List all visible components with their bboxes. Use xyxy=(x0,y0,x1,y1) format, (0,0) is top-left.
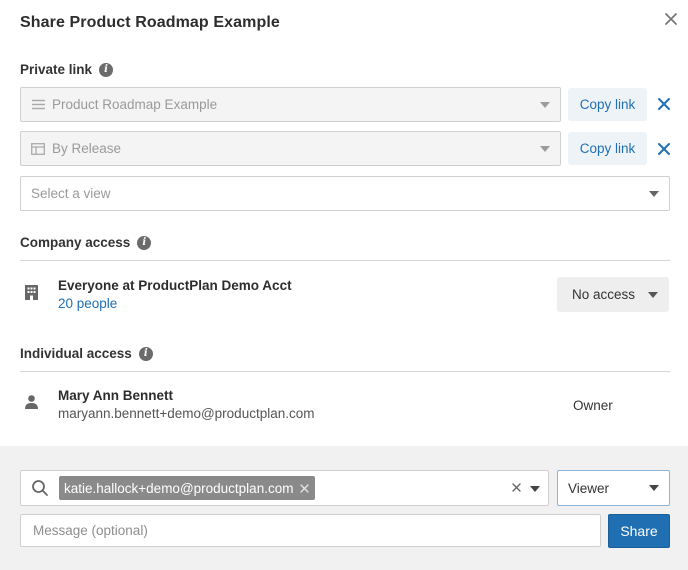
divider xyxy=(20,260,670,261)
company-access-value: No access xyxy=(572,287,636,302)
company-access-heading: Company access i xyxy=(20,235,152,250)
invitee-email: katie.hallock+demo@productplan.com xyxy=(64,480,294,496)
divider xyxy=(20,371,670,372)
share-button[interactable]: Share xyxy=(608,514,670,548)
list-icon xyxy=(31,98,45,112)
roadmap-select[interactable]: Product Roadmap Example xyxy=(20,87,561,122)
invite-footer xyxy=(0,446,688,570)
invite-search-input[interactable]: katie.hallock+demo@productplan.com xyxy=(20,470,549,506)
chevron-down-icon xyxy=(649,190,659,197)
company-access-dropdown[interactable]: No access xyxy=(557,277,669,312)
search-icon xyxy=(32,480,48,496)
select-view-placeholder: Select a view xyxy=(31,186,111,201)
private-link-heading: Private link i xyxy=(20,62,114,77)
chevron-down-icon xyxy=(540,101,550,108)
remove-link-icon[interactable] xyxy=(657,142,671,156)
info-icon[interactable]: i xyxy=(137,235,152,250)
close-icon[interactable] xyxy=(664,12,678,26)
clear-icon[interactable] xyxy=(512,483,521,492)
org-name: Everyone at ProductPlan Demo Acct xyxy=(58,278,292,293)
chevron-down-icon xyxy=(540,145,550,152)
people-count-link[interactable]: 20 people xyxy=(58,296,117,311)
chevron-down-icon[interactable] xyxy=(530,486,540,492)
person-icon xyxy=(25,395,38,409)
view-select[interactable]: By Release xyxy=(20,131,561,166)
remove-link-icon[interactable] xyxy=(657,97,671,111)
info-icon[interactable]: i xyxy=(99,62,114,77)
message-input[interactable] xyxy=(20,514,601,547)
dialog-title: Share Product Roadmap Example xyxy=(20,14,280,31)
info-icon[interactable]: i xyxy=(138,346,153,361)
private-link-label: Private link xyxy=(20,62,93,77)
roadmap-select-value: Product Roadmap Example xyxy=(52,97,218,112)
individual-access-heading: Individual access i xyxy=(20,346,153,361)
columns-icon xyxy=(31,142,45,156)
chevron-down-icon xyxy=(648,291,658,298)
remove-chip-icon[interactable] xyxy=(300,483,310,493)
role-select-value: Viewer xyxy=(568,480,610,496)
select-view-dropdown[interactable]: Select a view xyxy=(20,176,670,211)
building-icon xyxy=(25,285,38,300)
role-select[interactable]: Viewer xyxy=(557,470,670,506)
user-name: Mary Ann Bennett xyxy=(58,388,174,403)
view-select-value: By Release xyxy=(52,141,122,156)
copy-link-button[interactable]: Copy link xyxy=(568,88,647,121)
individual-access-label: Individual access xyxy=(20,346,132,361)
company-access-label: Company access xyxy=(20,235,131,250)
invitee-chip: katie.hallock+demo@productplan.com xyxy=(59,476,316,500)
user-email: maryann.bennett+demo@productplan.com xyxy=(58,406,315,421)
user-role: Owner xyxy=(573,398,613,413)
share-dialog: Share Product Roadmap Example Private li… xyxy=(0,0,688,570)
chevron-down-icon xyxy=(649,485,659,491)
copy-link-button[interactable]: Copy link xyxy=(568,132,647,165)
